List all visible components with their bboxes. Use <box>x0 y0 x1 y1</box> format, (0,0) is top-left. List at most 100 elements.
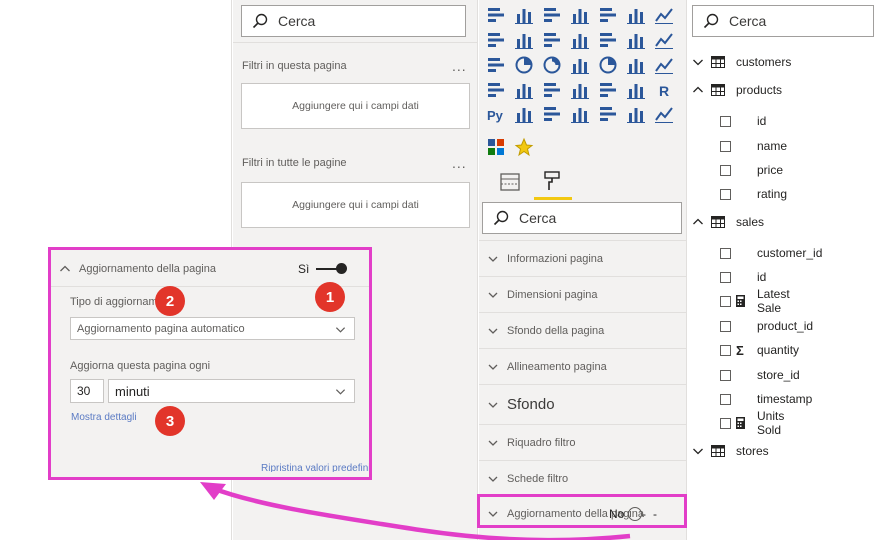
map-icon[interactable] <box>599 56 617 74</box>
visual-gallery[interactable]: R Py <box>479 0 687 165</box>
show-details-link[interactable]: Mostra dettagli <box>71 412 137 423</box>
stacked-bar-icon[interactable] <box>488 8 504 22</box>
refresh-interval-input[interactable]: 30 <box>70 379 104 403</box>
field-checkbox[interactable] <box>720 417 731 429</box>
kpi-icon[interactable] <box>544 83 560 97</box>
all-pages-filters-title: Filtri in tutte le pagine <box>242 157 347 169</box>
callout-header-title: Aggiornamento della pagina <box>79 263 216 275</box>
clustered-column-icon[interactable] <box>571 9 589 24</box>
slicer-icon[interactable] <box>571 84 589 99</box>
field-checkbox[interactable] <box>720 271 731 283</box>
toggle-thumb[interactable] <box>336 263 347 274</box>
calculator-icon <box>736 417 745 429</box>
python-visual-icon[interactable]: Py <box>487 108 504 123</box>
all-pages-filters-more-button[interactable]: ... <box>452 155 467 171</box>
field-checkbox[interactable] <box>720 295 731 307</box>
filters-search-placeholder: Cerca <box>278 13 316 29</box>
table-icon <box>711 445 725 457</box>
line-chart-icon[interactable] <box>655 8 673 24</box>
format-search-input[interactable]: Cerca <box>482 202 682 234</box>
ribbon-chart-icon[interactable] <box>600 33 616 47</box>
treemap-icon[interactable] <box>571 59 589 74</box>
field-name: id <box>757 270 767 284</box>
section-label: Sfondo <box>507 396 555 413</box>
field-checkbox[interactable] <box>720 344 731 356</box>
r-visual-icon[interactable]: R <box>659 83 669 99</box>
section-wallpaper[interactable]: Sfondo <box>479 384 687 424</box>
donut-icon[interactable] <box>543 56 561 74</box>
calculator-icon <box>736 295 745 307</box>
section-label: Informazioni pagina <box>507 252 604 265</box>
decomposition-tree-icon[interactable] <box>544 107 560 121</box>
chevron-down-icon <box>488 256 498 262</box>
fields-search-input[interactable]: Cerca <box>692 5 874 37</box>
field-checkbox[interactable] <box>720 115 731 127</box>
field-name: price <box>757 163 784 177</box>
clustered-bar-icon[interactable] <box>544 8 560 22</box>
custom-visual-icon[interactable] <box>514 137 534 157</box>
funnel-icon[interactable] <box>655 33 673 49</box>
field-checkbox[interactable] <box>720 188 731 200</box>
refresh-unit-dropdown[interactable]: minuti <box>108 379 355 403</box>
field-name: Units Sold <box>757 409 785 437</box>
fields-search-placeholder: Cerca <box>729 13 767 29</box>
pie-icon[interactable] <box>515 56 533 74</box>
chevron-down-icon <box>488 402 498 408</box>
page-filters-drop-zone[interactable]: Aggiungere qui i campi dati <box>241 83 470 129</box>
field-checkbox[interactable] <box>720 247 731 259</box>
chevron-down-icon <box>488 440 498 446</box>
fields-tab-icon[interactable] <box>499 171 521 193</box>
waterfall-icon[interactable] <box>627 34 645 49</box>
refresh-type-dropdown[interactable]: Aggiornamento pagina automatico <box>70 317 355 340</box>
chevron-down-icon <box>335 327 346 333</box>
section-page-alignment[interactable]: Allineamento pagina <box>479 348 687 384</box>
section-page-background[interactable]: Sfondo della pagina <box>479 312 687 348</box>
visualizations-pane: R Py Cerca Informazioni pagina Dimensioni… <box>479 0 687 540</box>
filters-search-input[interactable]: Cerca <box>241 5 466 37</box>
all-pages-filters-drop-zone[interactable]: Aggiungere qui i campi dati <box>241 182 470 228</box>
format-paint-roller-icon[interactable] <box>541 170 563 192</box>
chevron-down-icon <box>488 292 498 298</box>
scatter-icon[interactable] <box>488 58 504 72</box>
area-chart-icon[interactable] <box>488 33 504 47</box>
field-name: timestamp <box>757 392 813 406</box>
field-checkbox[interactable] <box>720 140 731 152</box>
narrative-icon[interactable] <box>600 107 616 121</box>
field-checkbox[interactable] <box>720 320 731 332</box>
field-name: Latest Sale <box>757 287 790 315</box>
chevron-down-icon <box>488 328 498 334</box>
field-name: quantity <box>757 343 800 357</box>
paginated-icon[interactable] <box>627 108 645 123</box>
line-column-icon[interactable] <box>544 33 560 47</box>
stacked-column-icon[interactable] <box>515 9 533 24</box>
key-influencers-icon[interactable] <box>515 108 533 123</box>
field-checkbox[interactable] <box>720 393 731 405</box>
filled-map-icon[interactable] <box>627 59 645 74</box>
more-visuals-icon[interactable] <box>655 107 673 123</box>
multi-row-card-icon[interactable] <box>515 84 533 99</box>
stacked-area-icon[interactable] <box>515 34 533 49</box>
drop-hint: Aggiungere qui i campi dati <box>292 100 419 112</box>
qa-icon[interactable] <box>571 108 589 123</box>
line-clustered-column-icon[interactable] <box>571 34 589 49</box>
100-bar-icon[interactable] <box>600 8 616 22</box>
shape-map-icon[interactable] <box>655 58 673 74</box>
field-checkbox[interactable] <box>720 164 731 176</box>
page-filters-title: Filtri in questa pagina <box>242 60 347 72</box>
section-label: Riquadro filtro <box>507 436 576 449</box>
table-icon[interactable] <box>600 83 616 97</box>
card-icon[interactable] <box>488 83 504 97</box>
field-name: product_id <box>757 319 814 333</box>
section-filter-pane[interactable]: Riquadro filtro <box>479 424 687 460</box>
matrix-icon[interactable] <box>627 84 645 99</box>
section-page-size[interactable]: Dimensioni pagina <box>479 276 687 312</box>
page-filters-more-button[interactable]: ... <box>452 58 467 74</box>
callout-header[interactable]: Aggiornamento della pagina Sì <box>51 250 369 287</box>
field-checkbox[interactable] <box>720 369 731 381</box>
page-refresh-callout: Aggiornamento della pagina Sì Tipo di ag… <box>48 247 372 480</box>
chevron-up-icon <box>60 265 70 272</box>
section-page-information[interactable]: Informazioni pagina <box>479 240 687 276</box>
100-column-icon[interactable] <box>627 9 645 24</box>
apps-icon[interactable] <box>488 139 504 155</box>
field-name: rating <box>757 187 788 201</box>
